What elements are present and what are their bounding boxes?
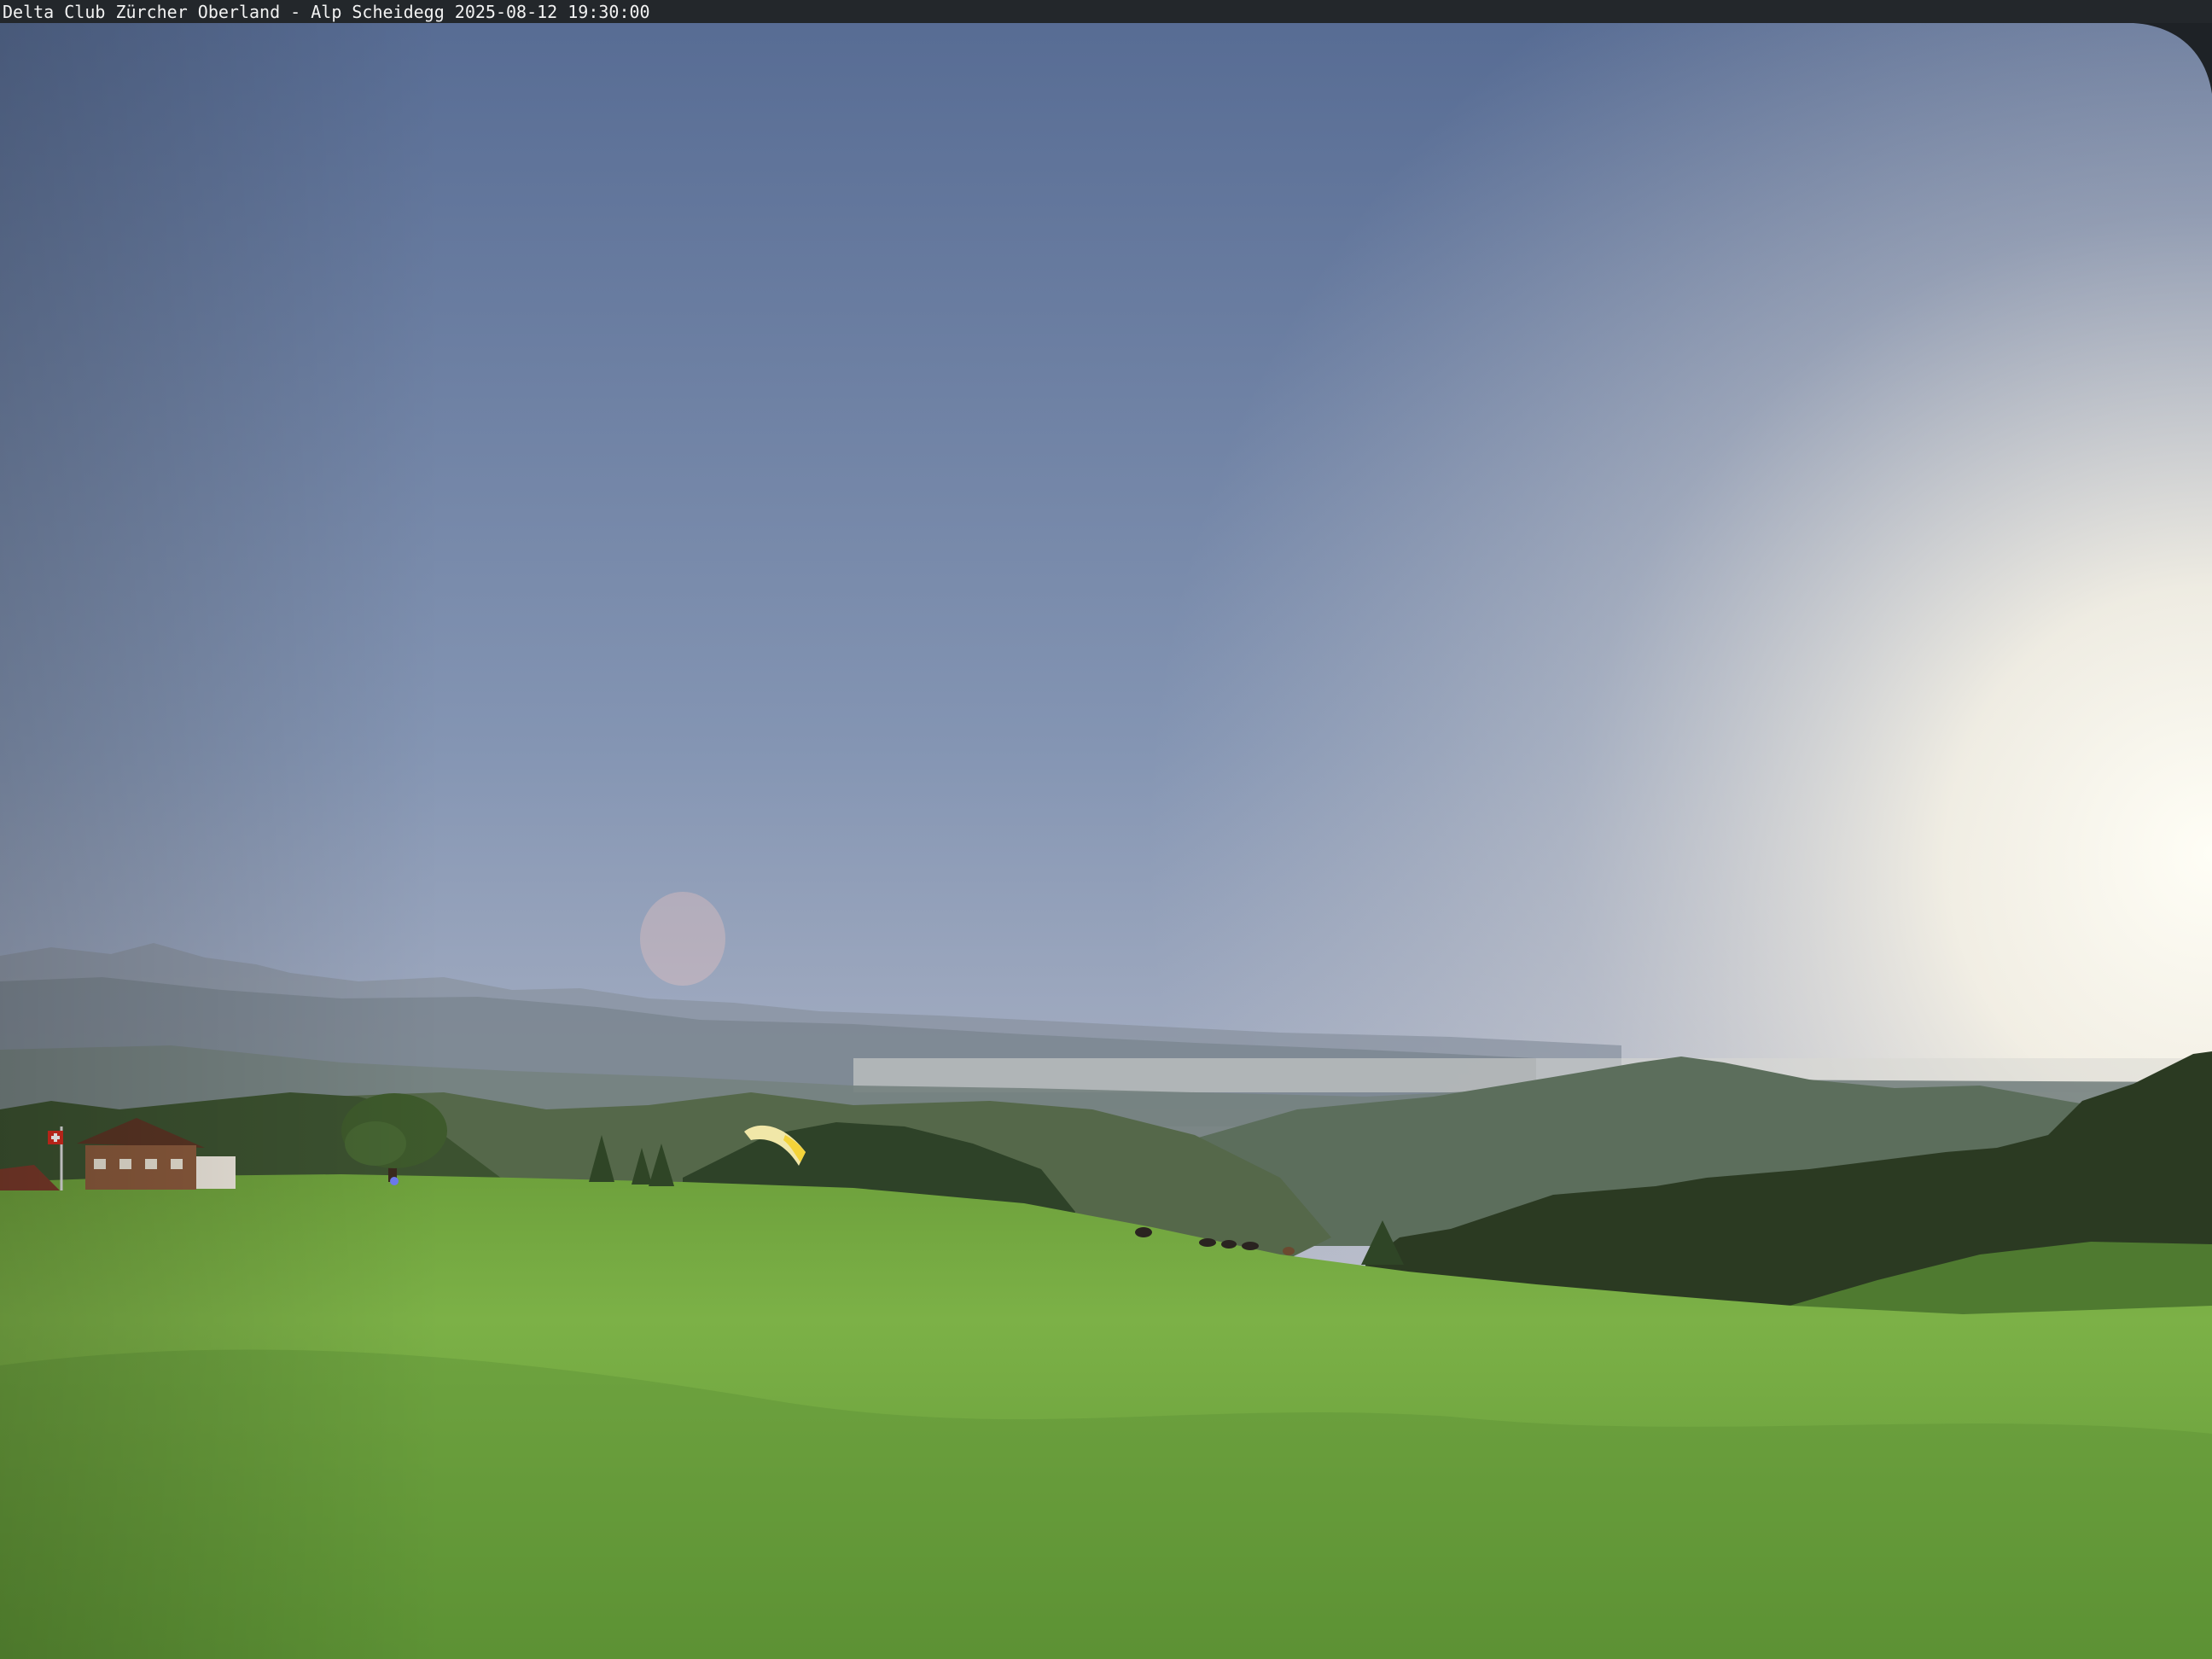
landscape-scene — [0, 0, 2212, 1659]
vignette — [0, 0, 2212, 1659]
webcam-view: Delta Club Zürcher Oberland - Alp Scheid… — [0, 0, 2212, 1659]
webcam-caption: Delta Club Zürcher Oberland - Alp Scheid… — [3, 2, 650, 22]
caption-bar: Delta Club Zürcher Oberland - Alp Scheid… — [0, 0, 2212, 23]
